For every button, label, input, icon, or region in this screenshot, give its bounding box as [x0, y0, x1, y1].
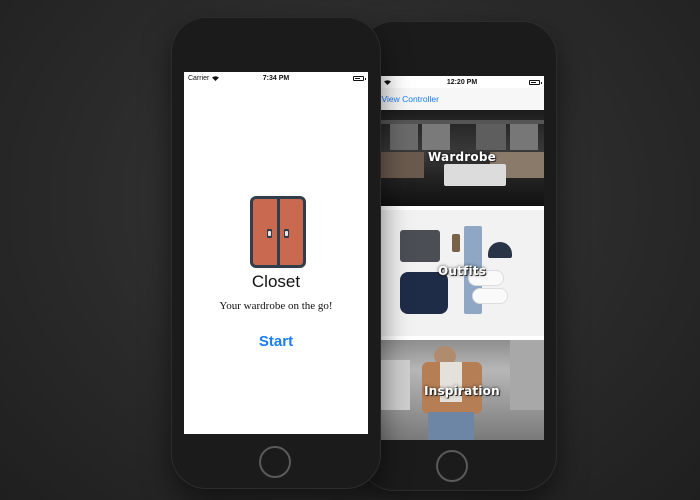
app-title: Closet: [251, 272, 301, 291]
home-button[interactable]: [259, 446, 291, 478]
category-list: Wardrobe Outfits Inspiration: [380, 110, 544, 440]
tile-outfits[interactable]: Outfits: [380, 210, 544, 336]
status-bar: 12:20 PM: [380, 76, 544, 88]
tile-label-inspiration: Inspiration: [424, 384, 500, 398]
status-time: 7:34 PM: [262, 74, 290, 82]
nav-back-button[interactable]: ot View Controller: [380, 94, 439, 104]
start-button[interactable]: Start: [246, 330, 306, 352]
status-time: 12:20 PM: [446, 78, 478, 86]
phone-launch: Carrier 7:34 PM Closet Your wardrobe on …: [172, 18, 380, 488]
home-button[interactable]: [436, 450, 468, 482]
tile-label-outfits: Outfits: [437, 264, 487, 278]
nav-bar: ot View Controller: [380, 88, 544, 110]
navigation-screen: 12:20 PM ot View Controller Wardrobe: [380, 76, 544, 440]
status-bar: Carrier 7:34 PM: [184, 72, 368, 84]
tile-label-wardrobe: Wardrobe: [428, 150, 496, 164]
tile-inspiration[interactable]: Inspiration: [380, 340, 544, 440]
launch-screen: Carrier 7:34 PM Closet Your wardrobe on …: [184, 72, 368, 434]
battery-icon: [353, 75, 366, 81]
app-tagline: Your wardrobe on the go!: [219, 300, 333, 312]
tile-wardrobe[interactable]: Wardrobe: [380, 110, 544, 206]
closet-icon: [250, 196, 306, 268]
phone-navigation: 12:20 PM ot View Controller Wardrobe: [360, 22, 556, 490]
battery-icon: [529, 79, 542, 85]
